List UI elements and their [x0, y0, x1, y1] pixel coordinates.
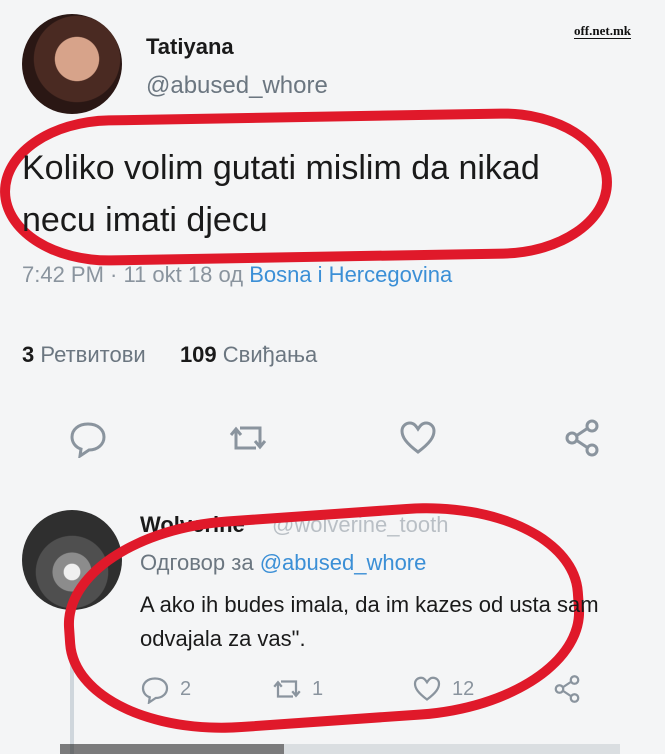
reply-to-line: Одговор за @abused_whore	[140, 550, 426, 576]
retweets-count[interactable]: 3	[22, 342, 34, 367]
share-icon[interactable]	[562, 418, 602, 458]
heart-icon[interactable]	[398, 418, 438, 458]
watermark: off.net.mk	[573, 23, 631, 39]
tweet-meta: 7:42 PM · 11 okt 18 од Bosna i Hercegovi…	[22, 262, 452, 288]
likes-count[interactable]: 109	[180, 342, 217, 367]
author-name[interactable]: Tatiyana	[146, 34, 234, 60]
tweet-stats: 3 Ретвитови 109 Свиђања	[22, 342, 317, 368]
next-tweet-peek	[60, 744, 620, 754]
tweet-text: Koliko volim gutati mislim da nikad necu…	[22, 149, 540, 239]
reply-to-label: Одговор за	[140, 550, 260, 575]
author-avatar[interactable]	[22, 14, 122, 114]
reply-to-mention[interactable]: @abused_whore	[260, 550, 427, 575]
tweet-actions	[0, 418, 665, 466]
tweet-location[interactable]: Bosna i Hercegovina	[249, 262, 452, 287]
tweet-timestamp: 7:42 PM · 11 okt 18 од	[22, 262, 250, 287]
share-icon	[554, 675, 580, 703]
likes-label[interactable]: Свиђања	[223, 342, 317, 367]
comment-icon[interactable]	[68, 418, 108, 460]
retweet-icon[interactable]	[228, 418, 268, 458]
retweets-label[interactable]: Ретвитови	[40, 342, 145, 367]
author-handle[interactable]: @abused_whore	[146, 72, 328, 100]
reply-text: A ako ih budes imala, da im kazes od ust…	[140, 592, 599, 651]
reply-share-action[interactable]	[552, 674, 582, 704]
